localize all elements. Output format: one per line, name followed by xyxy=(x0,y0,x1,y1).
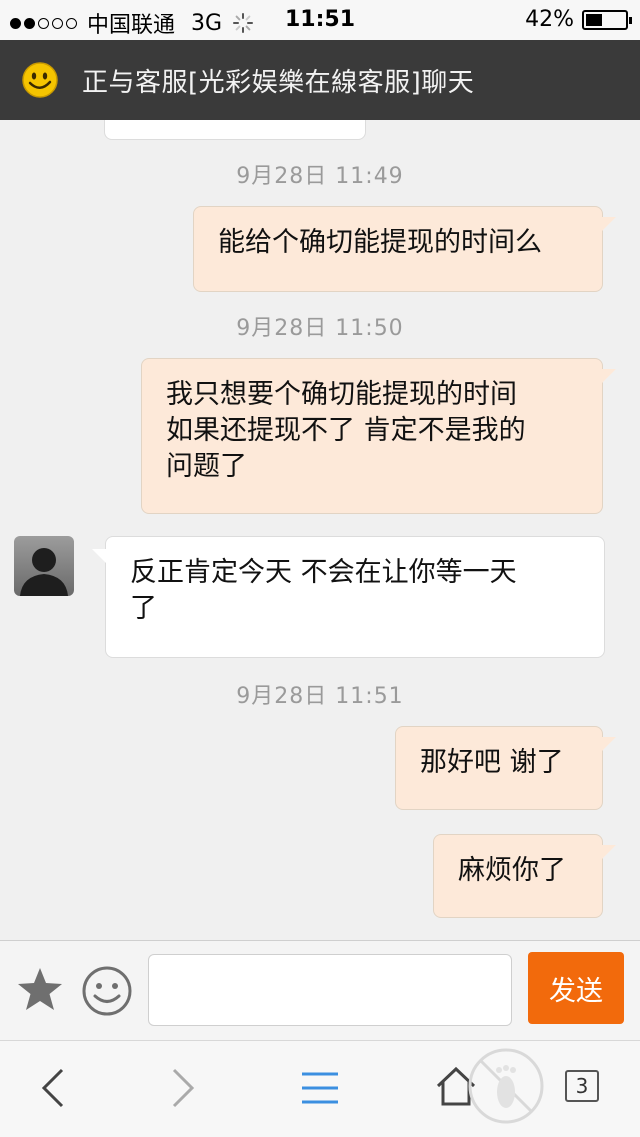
message-text: 那好吧 谢了 xyxy=(420,747,564,778)
outgoing-message[interactable]: 我只想要个确切能提现的时间 如果还提现不了 肯定不是我的 问题了 xyxy=(141,358,616,514)
message-timestamp: 9月28日 11:51 xyxy=(236,684,404,709)
message-timestamp: 9月28日 11:49 xyxy=(236,164,404,189)
chat-header: 正与客服[光彩娱樂在線客服]聊天 xyxy=(0,40,640,120)
message-text: 能给个确切能提现的时间么 xyxy=(218,227,542,258)
send-button[interactable]: 发送 xyxy=(528,952,624,1024)
page-title: 正与客服[光彩娱樂在線客服]聊天 xyxy=(82,67,475,98)
message-text: 麻烦你了 xyxy=(458,855,566,886)
menu-icon[interactable] xyxy=(300,1070,340,1106)
forward-icon[interactable] xyxy=(168,1066,198,1110)
message-line: 如果还提现不了 肯定不是我的 xyxy=(166,415,526,446)
back-icon[interactable] xyxy=(38,1066,68,1110)
message-line: 问题了 xyxy=(166,451,247,482)
status-bar: 中国联通 3G 11:51 42% xyxy=(0,0,640,40)
message-line: 了 xyxy=(130,593,157,624)
message-input[interactable] xyxy=(148,954,512,1026)
outgoing-message[interactable]: 那好吧 谢了 xyxy=(395,726,616,810)
chat-message-list[interactable]: 9月28日 11:49 能给个确切能提现的时间么 9月28日 11:50 我只想… xyxy=(0,120,640,940)
message-line: 我只想要个确切能提现的时间 xyxy=(166,379,517,410)
smiley-icon xyxy=(22,62,58,98)
agent-avatar[interactable] xyxy=(14,536,74,596)
message-timestamp: 9月28日 11:50 xyxy=(236,316,404,341)
tab-count-button[interactable]: 3 xyxy=(565,1070,599,1102)
outgoing-message[interactable]: 能给个确切能提现的时间么 xyxy=(193,206,616,292)
incoming-message[interactable]: 反正肯定今天 不会在让你等一天 了 xyxy=(92,536,605,658)
battery-icon xyxy=(582,9,632,30)
previous-message-bubble xyxy=(104,120,366,140)
footprint-watermark-icon xyxy=(468,1048,544,1124)
user-silhouette-icon xyxy=(20,548,68,596)
battery-percent: 42% xyxy=(525,7,574,32)
outgoing-message[interactable]: 麻烦你了 xyxy=(433,834,616,918)
star-icon[interactable] xyxy=(14,964,66,1016)
emoji-icon[interactable] xyxy=(80,964,134,1018)
message-line: 反正肯定今天 不会在让你等一天 xyxy=(130,557,517,588)
